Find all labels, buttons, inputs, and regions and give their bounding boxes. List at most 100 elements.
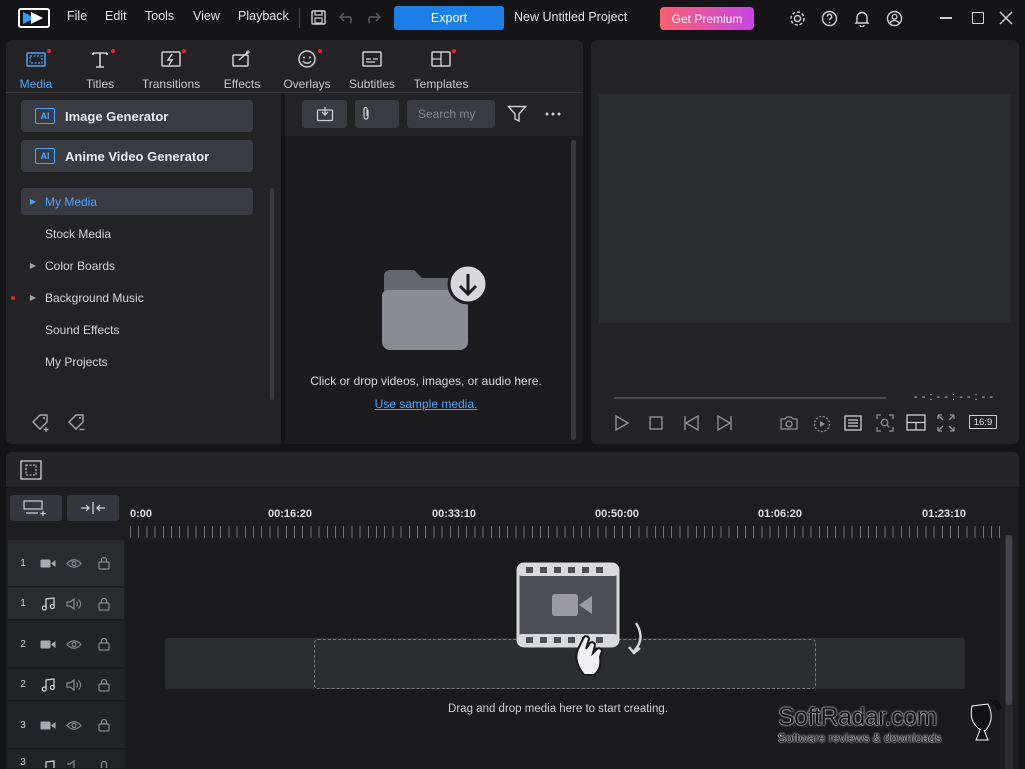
tab-divider (6, 92, 583, 93)
menu-playback[interactable]: Playback (238, 9, 289, 23)
undo-icon[interactable] (339, 11, 355, 24)
lock-icon[interactable] (90, 637, 118, 651)
track-header-audio-1[interactable]: 1 (8, 588, 124, 620)
library-item-my-media[interactable]: ▶ My Media (21, 188, 253, 215)
drag-drop-video-icon (516, 561, 648, 679)
timeline-scrollbar-thumb[interactable] (1006, 535, 1012, 705)
music-note-icon (38, 677, 58, 692)
satellite-dish-icon (966, 700, 1002, 742)
tab-overlays[interactable]: Overlays (277, 44, 337, 92)
speaker-icon[interactable] (58, 678, 90, 691)
library-item-color-boards[interactable]: ▶ Color Boards (21, 252, 253, 279)
tab-media[interactable]: Media (6, 44, 66, 92)
ruler-tick-label: 00:16:20 (268, 508, 313, 520)
filter-icon[interactable] (507, 105, 527, 123)
image-generator-button[interactable]: AI Image Generator (21, 100, 253, 132)
account-avatar-icon[interactable] (886, 10, 903, 27)
library-item-my-projects[interactable]: My Projects (21, 348, 253, 375)
tab-subtitles[interactable]: Subtitles (342, 44, 402, 92)
maximize-icon[interactable] (972, 12, 984, 24)
fit-timeline-button[interactable] (67, 495, 119, 521)
visibility-eye-icon[interactable] (58, 639, 90, 650)
aspect-ratio-button[interactable]: 16:9 (969, 415, 997, 429)
menu-edit[interactable]: Edit (105, 9, 127, 23)
image-generator-label: Image Generator (65, 108, 169, 124)
track-header-audio-2[interactable]: 2 (8, 669, 124, 701)
subtitles-toggle-icon[interactable] (844, 415, 862, 431)
library-item-background-music[interactable]: ▶ Background Music (21, 284, 253, 311)
watermark-brand: SoftRadar.com (778, 703, 937, 731)
fullscreen-icon[interactable] (937, 414, 955, 432)
stop-icon[interactable] (649, 416, 663, 430)
ruler-tick-label: 01:06:20 (758, 508, 803, 520)
lock-icon[interactable] (90, 760, 118, 768)
minimize-icon[interactable] (940, 17, 952, 19)
add-track-button[interactable] (10, 495, 62, 521)
redo-icon[interactable] (365, 11, 381, 24)
track-header-video-1[interactable]: 1 (8, 540, 124, 587)
help-icon[interactable] (821, 10, 838, 27)
library-item-label: My Projects (45, 354, 108, 369)
media-scrollbar[interactable] (571, 140, 576, 440)
preview-screen[interactable] (599, 94, 1011, 323)
lock-icon[interactable] (90, 718, 118, 732)
lock-icon[interactable] (90, 678, 118, 692)
previous-frame-icon[interactable] (682, 414, 702, 432)
search-input[interactable]: Search my (407, 100, 495, 128)
get-premium-button[interactable]: Get Premium (660, 7, 754, 30)
lock-icon[interactable] (90, 597, 118, 611)
export-button[interactable]: Export (394, 6, 504, 30)
tab-titles[interactable]: Titles (70, 44, 130, 92)
play-icon[interactable] (614, 414, 630, 432)
import-icon (316, 107, 333, 122)
tab-transitions[interactable]: Transitions (141, 44, 201, 92)
timeline-select-icon[interactable] (20, 460, 42, 480)
speaker-icon[interactable] (58, 760, 90, 768)
import-media-button[interactable] (302, 100, 347, 128)
preview-seekbar[interactable] (614, 397, 886, 399)
track-number: 2 (20, 638, 26, 650)
plugin-button[interactable] (355, 100, 399, 128)
notification-bell-icon[interactable] (854, 10, 870, 27)
library-item-label: Background Music (45, 290, 144, 305)
snapshot-camera-icon[interactable] (779, 415, 799, 431)
menu-view[interactable]: View (193, 9, 220, 23)
timeline-ruler[interactable] (130, 526, 1006, 538)
ruler-tick-label: 0:00 (130, 508, 153, 520)
speaker-icon[interactable] (58, 597, 90, 610)
library-scrollbar[interactable] (270, 188, 274, 400)
zoom-preview-icon[interactable] (876, 414, 894, 432)
settings-gear-icon[interactable] (789, 10, 806, 27)
menu-divider (299, 8, 300, 28)
video-camera-icon (38, 720, 58, 731)
menu-file[interactable]: File (67, 9, 87, 23)
close-icon[interactable] (999, 11, 1013, 25)
menu-tools[interactable]: Tools (145, 9, 174, 23)
remove-tag-icon[interactable] (66, 413, 88, 433)
use-sample-media-link[interactable]: Use sample media. (285, 397, 567, 411)
more-options-icon[interactable] (545, 112, 561, 116)
tab-media-label: Media (19, 77, 53, 91)
tab-templates[interactable]: Templates (411, 44, 471, 92)
track-header-video-2[interactable]: 2 (8, 621, 124, 668)
track-header-audio-3[interactable]: 3 (8, 750, 124, 769)
library-item-stock-media[interactable]: Stock Media (21, 220, 253, 247)
lock-icon[interactable] (90, 556, 118, 570)
track-header-video-3[interactable]: 3 (8, 702, 124, 749)
expand-arrow-icon: ▶ (29, 197, 37, 206)
visibility-eye-icon[interactable] (58, 720, 90, 731)
library-item-label: Color Boards (45, 258, 116, 273)
next-frame-icon[interactable] (714, 414, 734, 432)
save-icon[interactable] (311, 10, 326, 25)
layout-icon[interactable] (906, 414, 926, 431)
tab-effects[interactable]: Effects (212, 44, 272, 92)
ai-icon: AI (35, 108, 55, 124)
library-item-sound-effects[interactable]: Sound Effects (21, 316, 253, 343)
visibility-eye-icon[interactable] (58, 558, 90, 569)
add-tag-icon[interactable] (30, 413, 52, 433)
library-item-label: My Media (45, 194, 98, 209)
render-preview-icon[interactable] (811, 413, 833, 433)
track-number: 1 (20, 557, 26, 569)
track-number: 2 (20, 679, 26, 690)
anime-video-generator-button[interactable]: AI Anime Video Generator (21, 140, 253, 172)
